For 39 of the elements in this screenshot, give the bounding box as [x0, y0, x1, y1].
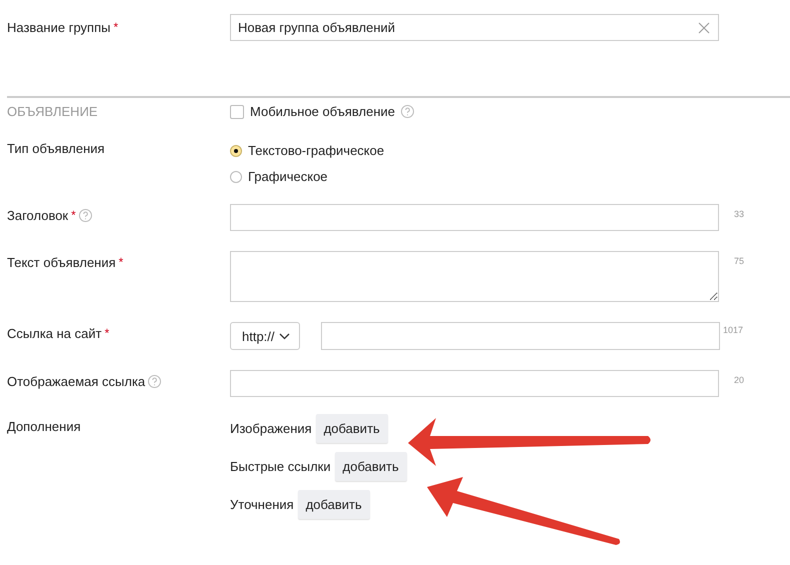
help-icon[interactable]	[401, 105, 414, 118]
caret-icon	[278, 332, 290, 340]
required-mark: *	[113, 20, 118, 34]
field-label: Заголовок	[7, 208, 68, 223]
field-label: Тип объявления	[7, 141, 105, 156]
add-button[interactable]: добавить	[334, 452, 407, 481]
required-mark: *	[118, 255, 124, 269]
character-counter: 1017	[723, 324, 744, 335]
text-field[interactable]	[230, 370, 719, 397]
text-field[interactable]	[230, 204, 719, 231]
help-icon[interactable]	[78, 209, 92, 222]
required-mark: *	[104, 326, 110, 340]
radio-label[interactable]: Графическое	[248, 169, 328, 184]
url-field[interactable]	[321, 322, 720, 350]
section-title: ОБЪЯВЛЕНИЕ	[7, 104, 98, 119]
addition-label: Быстрые ссылки	[230, 459, 331, 474]
radio-button[interactable]	[230, 144, 242, 156]
add-button[interactable]: добавить	[298, 490, 370, 519]
character-counter: 20	[734, 374, 744, 385]
clear-icon[interactable]	[698, 22, 710, 34]
character-counter: 75	[734, 255, 744, 266]
character-counter: 33	[734, 208, 744, 219]
checkbox[interactable]	[230, 104, 244, 118]
checkbox-label[interactable]: Мобильное объявление	[250, 104, 396, 119]
text-area[interactable]	[230, 251, 719, 302]
field-label: Дополнения	[7, 419, 81, 434]
help-icon[interactable]	[148, 375, 162, 388]
addition-label: Изображения	[230, 421, 312, 436]
addition-label: Уточнения	[230, 497, 294, 512]
protocol-dropdown[interactable]: http://	[230, 322, 300, 350]
group-name-field[interactable]: Новая группа объявлений	[230, 14, 719, 41]
required-mark: *	[71, 208, 76, 222]
radio-button[interactable]	[230, 170, 242, 182]
field-label: Название группы	[7, 20, 110, 35]
field-label: Ссылка на сайт	[7, 326, 102, 341]
radio-label[interactable]: Текстово-графическое	[248, 143, 384, 158]
field-label: Текст объявления	[7, 255, 116, 270]
add-button[interactable]: добавить	[316, 414, 388, 443]
field-label: Отображаемая ссылка	[7, 374, 146, 389]
